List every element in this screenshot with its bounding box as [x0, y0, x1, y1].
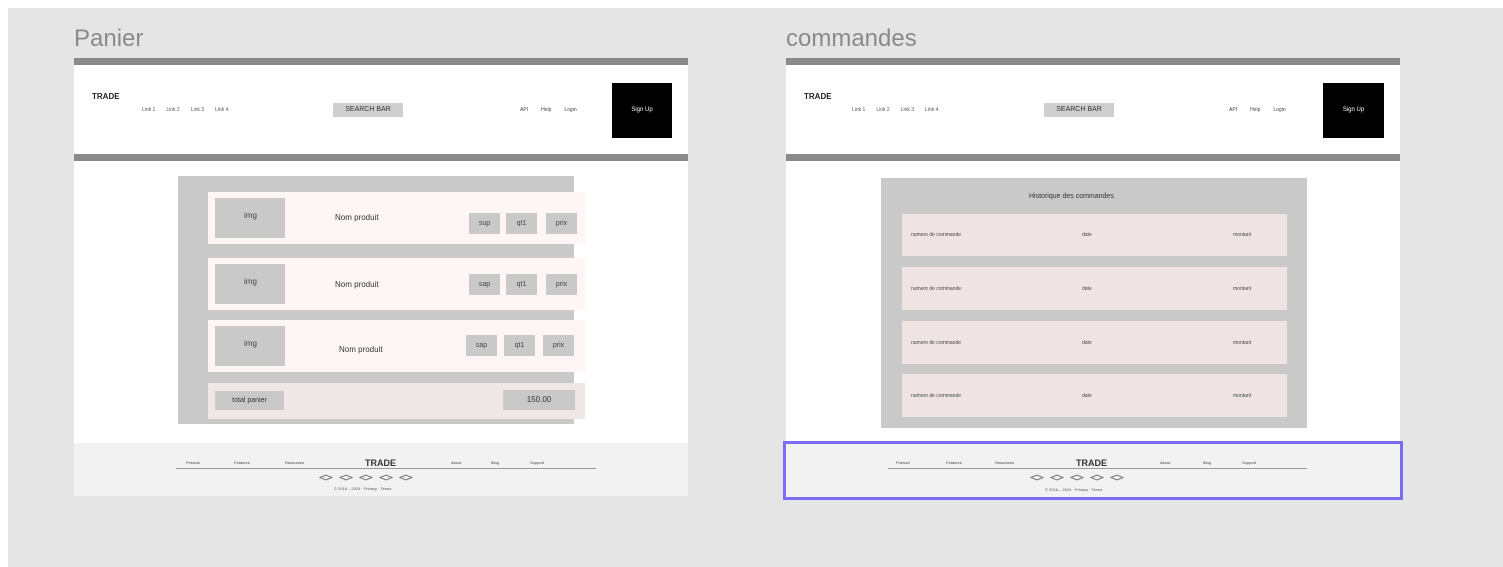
footer-divider — [176, 468, 596, 469]
footer-link-resources[interactable]: Resources — [285, 460, 304, 465]
product-image-label: img — [244, 211, 257, 220]
product-name: Nom produit — [339, 345, 383, 354]
order-date: date — [1082, 340, 1092, 346]
order-amount: montant — [1233, 232, 1252, 238]
nav-link-1[interactable]: Link 1 — [142, 107, 155, 113]
nav-link-1[interactable]: Link 1 — [852, 107, 865, 113]
product-image[interactable]: img — [215, 198, 285, 238]
top-bar — [786, 58, 1400, 65]
social-icon[interactable] — [319, 474, 333, 481]
api-link[interactable]: API — [1229, 107, 1237, 113]
social-icons — [319, 474, 413, 481]
orders-title: Historique des commandes — [1029, 193, 1114, 200]
order-amount: montant — [1233, 393, 1252, 399]
price-button[interactable]: prix — [543, 335, 574, 356]
social-icon[interactable] — [399, 474, 413, 481]
price-button[interactable]: prix — [546, 213, 577, 234]
order-row[interactable]: numero de commande date montant — [902, 214, 1287, 256]
api-link[interactable]: API — [520, 107, 528, 113]
nav-link-3[interactable]: Link 3 — [901, 107, 914, 113]
footer-link-about[interactable]: About — [451, 460, 461, 465]
quantity-button[interactable]: qt1 — [506, 274, 537, 295]
nav-link-3[interactable]: Link 3 — [191, 107, 204, 113]
logo[interactable]: TRADE — [92, 92, 120, 101]
order-row[interactable]: numero de commande date montant — [902, 267, 1287, 310]
product-name: Nom produit — [335, 213, 379, 222]
order-number: numero de commande — [911, 286, 962, 292]
nav-link-2[interactable]: Link 2 — [166, 107, 179, 113]
logo[interactable]: TRADE — [804, 92, 832, 101]
site-header: TRADE Link 1 Link 2 Link 3 Link 4 SEARCH… — [786, 65, 1400, 154]
social-icon[interactable] — [379, 474, 393, 481]
login-link[interactable]: Login — [564, 107, 576, 113]
cart-item: img Nom produit sap qt1 prix — [208, 258, 585, 310]
cart-total-row: total panier 150.00 — [208, 383, 585, 419]
signup-button[interactable]: Sign Up — [1323, 83, 1384, 138]
header-divider — [74, 154, 688, 161]
help-link[interactable]: Help — [1250, 107, 1260, 113]
product-image-label: img — [244, 339, 257, 348]
nav-link-4[interactable]: Link 4 — [215, 107, 228, 113]
product-image[interactable]: img — [215, 264, 285, 304]
frame-commandes[interactable]: TRADE Link 1 Link 2 Link 3 Link 4 SEARCH… — [786, 58, 1400, 498]
login-link[interactable]: Login — [1273, 107, 1285, 113]
product-image-label: img — [244, 277, 257, 286]
product-name: Nom produit — [335, 280, 379, 289]
frame-label-panier[interactable]: Panier — [74, 25, 143, 53]
search-bar[interactable]: SEARCH BAR — [333, 103, 403, 117]
site-header: TRADE Link 1 Link 2 Link 3 Link 4 SEARCH… — [74, 65, 688, 154]
orders-panel: Historique des commandes numero de comma… — [881, 178, 1307, 428]
header-actions: API Help Login — [1229, 107, 1286, 113]
copyright-text: © 2016 – 2024 · Privacy · Terms — [334, 486, 392, 491]
quantity-button[interactable]: qt1 — [504, 335, 535, 356]
search-bar[interactable]: SEARCH BAR — [1044, 103, 1114, 117]
order-date: date — [1082, 286, 1092, 292]
order-date: date — [1082, 393, 1092, 399]
cart-item: img Nom produit sup qt1 prix — [208, 192, 585, 244]
order-amount: montant — [1233, 340, 1252, 346]
order-date: date — [1082, 232, 1092, 238]
frame-label-commandes[interactable]: commandes — [786, 25, 917, 53]
footer-link-blog[interactable]: Blog — [491, 460, 499, 465]
remove-button[interactable]: sup — [469, 213, 500, 234]
footer-logo[interactable]: TRADE — [365, 458, 396, 468]
order-amount: montant — [1233, 286, 1252, 292]
remove-button[interactable]: sap — [466, 335, 497, 356]
price-button[interactable]: prix — [546, 274, 577, 295]
remove-button[interactable]: sap — [469, 274, 500, 295]
cart-panel: img Nom produit sup qt1 prix img Nom pro… — [178, 176, 585, 424]
order-number: numero de commande — [911, 393, 962, 399]
header-actions: API Help Login — [520, 107, 577, 113]
footer-link-product[interactable]: Product — [186, 460, 200, 465]
nav-links: Link 1 Link 2 Link 3 Link 4 — [852, 107, 938, 113]
footer-link-features[interactable]: Features — [234, 460, 250, 465]
product-image[interactable]: img — [215, 326, 285, 366]
social-icon[interactable] — [339, 474, 353, 481]
signup-button[interactable]: Sign Up — [612, 83, 672, 138]
footer-link-support[interactable]: Support — [530, 460, 544, 465]
order-number: numero de commande — [911, 232, 962, 238]
total-label: total panier — [215, 391, 284, 410]
nav-link-2[interactable]: Link 2 — [876, 107, 889, 113]
order-row[interactable]: numero de commande date montant — [902, 321, 1287, 364]
quantity-button[interactable]: qt1 — [506, 213, 537, 234]
selection-outline — [783, 441, 1403, 500]
total-value: 150.00 — [503, 390, 575, 410]
nav-link-4[interactable]: Link 4 — [925, 107, 938, 113]
top-bar — [74, 58, 688, 65]
help-link[interactable]: Help — [541, 107, 551, 113]
header-divider — [786, 154, 1400, 161]
order-number: numero de commande — [911, 340, 962, 346]
order-row[interactable]: numero de commande date montant — [902, 374, 1287, 417]
nav-links: Link 1 Link 2 Link 3 Link 4 — [142, 107, 228, 113]
site-footer: Product Features Resources TRADE About B… — [74, 443, 688, 496]
frame-panier[interactable]: TRADE Link 1 Link 2 Link 3 Link 4 SEARCH… — [74, 58, 688, 496]
cart-item: img Nom produit sap qt1 prix — [208, 320, 585, 372]
social-icon[interactable] — [359, 474, 373, 481]
